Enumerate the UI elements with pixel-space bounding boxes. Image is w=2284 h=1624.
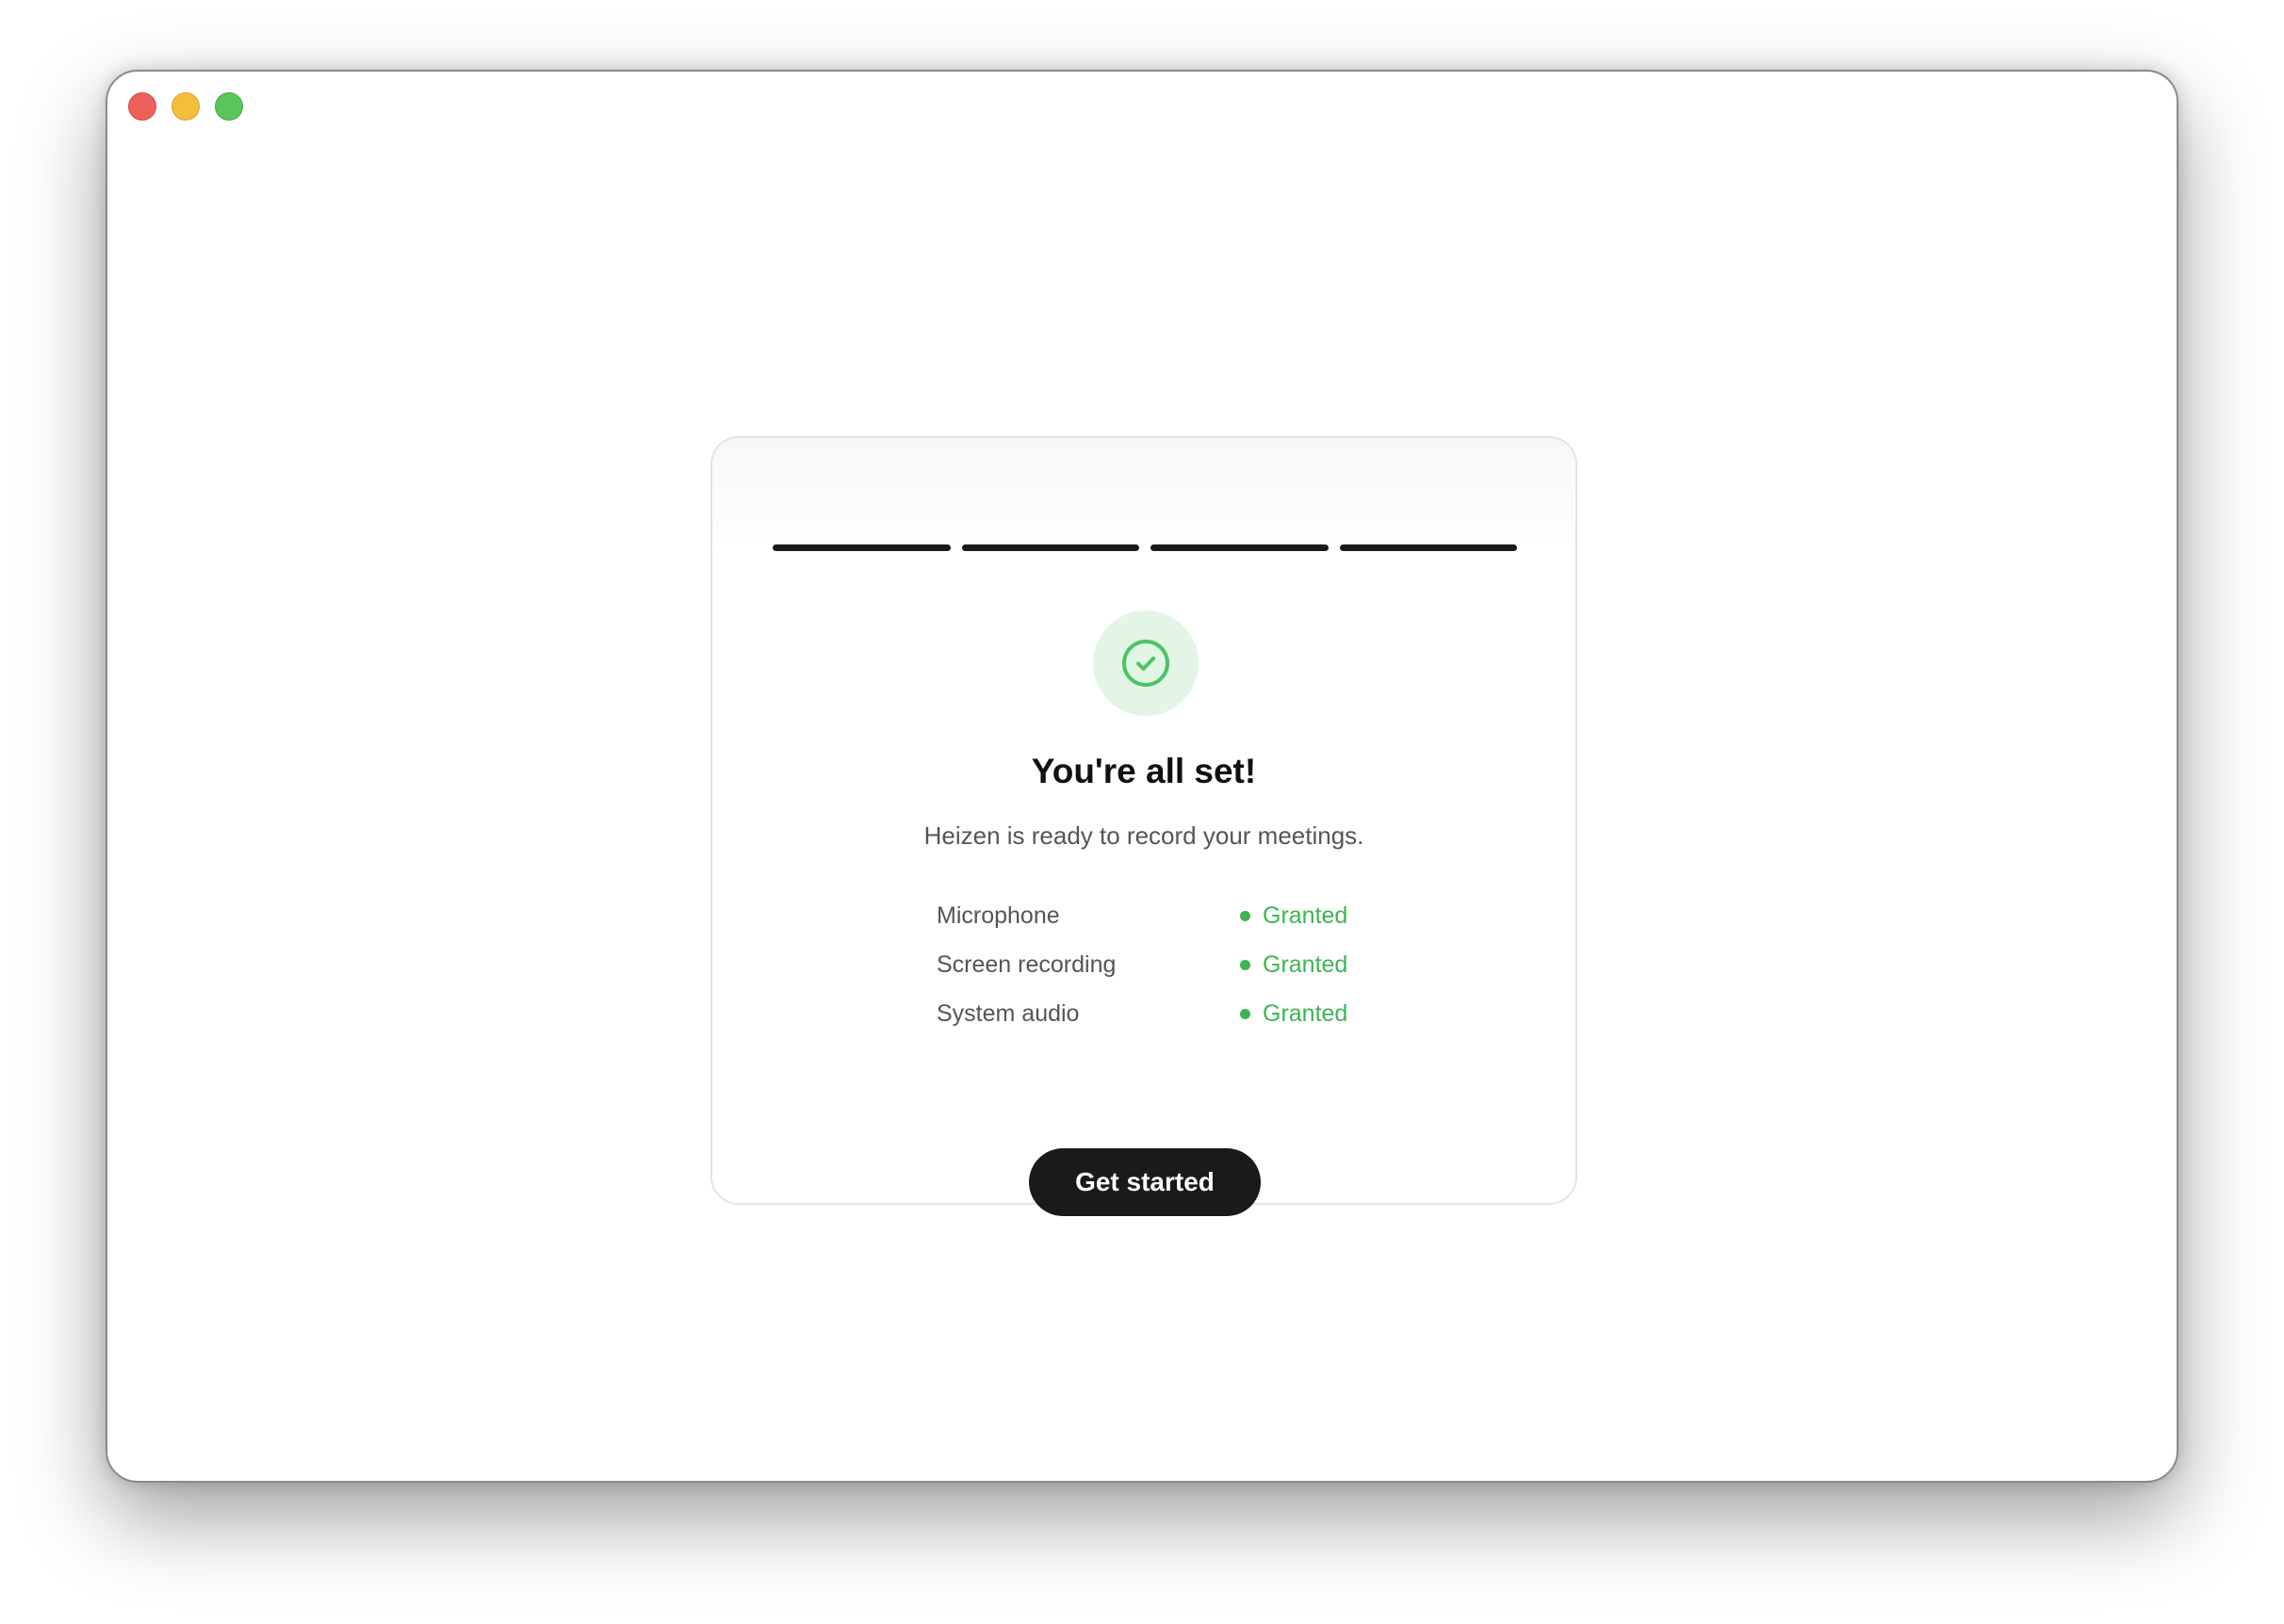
progress-step-1 [773,544,951,551]
get-started-button[interactable]: Get started [1029,1148,1261,1216]
progress-step-2 [961,544,1139,551]
permission-status: Granted [1240,951,1347,979]
page-title: You're all set! [1031,752,1257,790]
status-dot-icon [1240,960,1250,970]
minimize-window-button[interactable] [171,92,200,121]
permission-status-text: Granted [1263,1000,1348,1027]
permission-status: Granted [1240,902,1347,930]
check-circle-icon [1122,640,1169,687]
permission-label: Microphone [937,902,1060,929]
permission-label: Screen recording [937,951,1117,978]
permission-label: System audio [937,1000,1080,1027]
zoom-window-button[interactable] [215,92,243,121]
permission-row-screen-recording: Screen recording Granted [937,942,1351,991]
close-window-button[interactable] [128,92,156,121]
permission-status: Granted [1240,1000,1347,1028]
progress-step-4 [1339,544,1517,551]
status-dot-icon [1240,911,1250,921]
app-window: You're all set! Heizen is ready to recor… [106,70,2178,1483]
permission-row-system-audio: System audio Granted [937,991,1351,1040]
permissions-list: Microphone Granted Screen recording Gran… [937,893,1351,1040]
permission-status-text: Granted [1263,902,1348,929]
progress-step-3 [1150,544,1329,551]
page-subtitle: Heizen is ready to record your meetings. [923,821,1364,850]
window-controls [128,92,243,121]
onboarding-card: You're all set! Heizen is ready to recor… [710,436,1577,1216]
onboarding-progress [773,544,1517,551]
permission-status-text: Granted [1263,951,1348,978]
permission-row-microphone: Microphone Granted [937,893,1351,942]
success-badge [1093,610,1199,716]
status-dot-icon [1240,1009,1250,1019]
